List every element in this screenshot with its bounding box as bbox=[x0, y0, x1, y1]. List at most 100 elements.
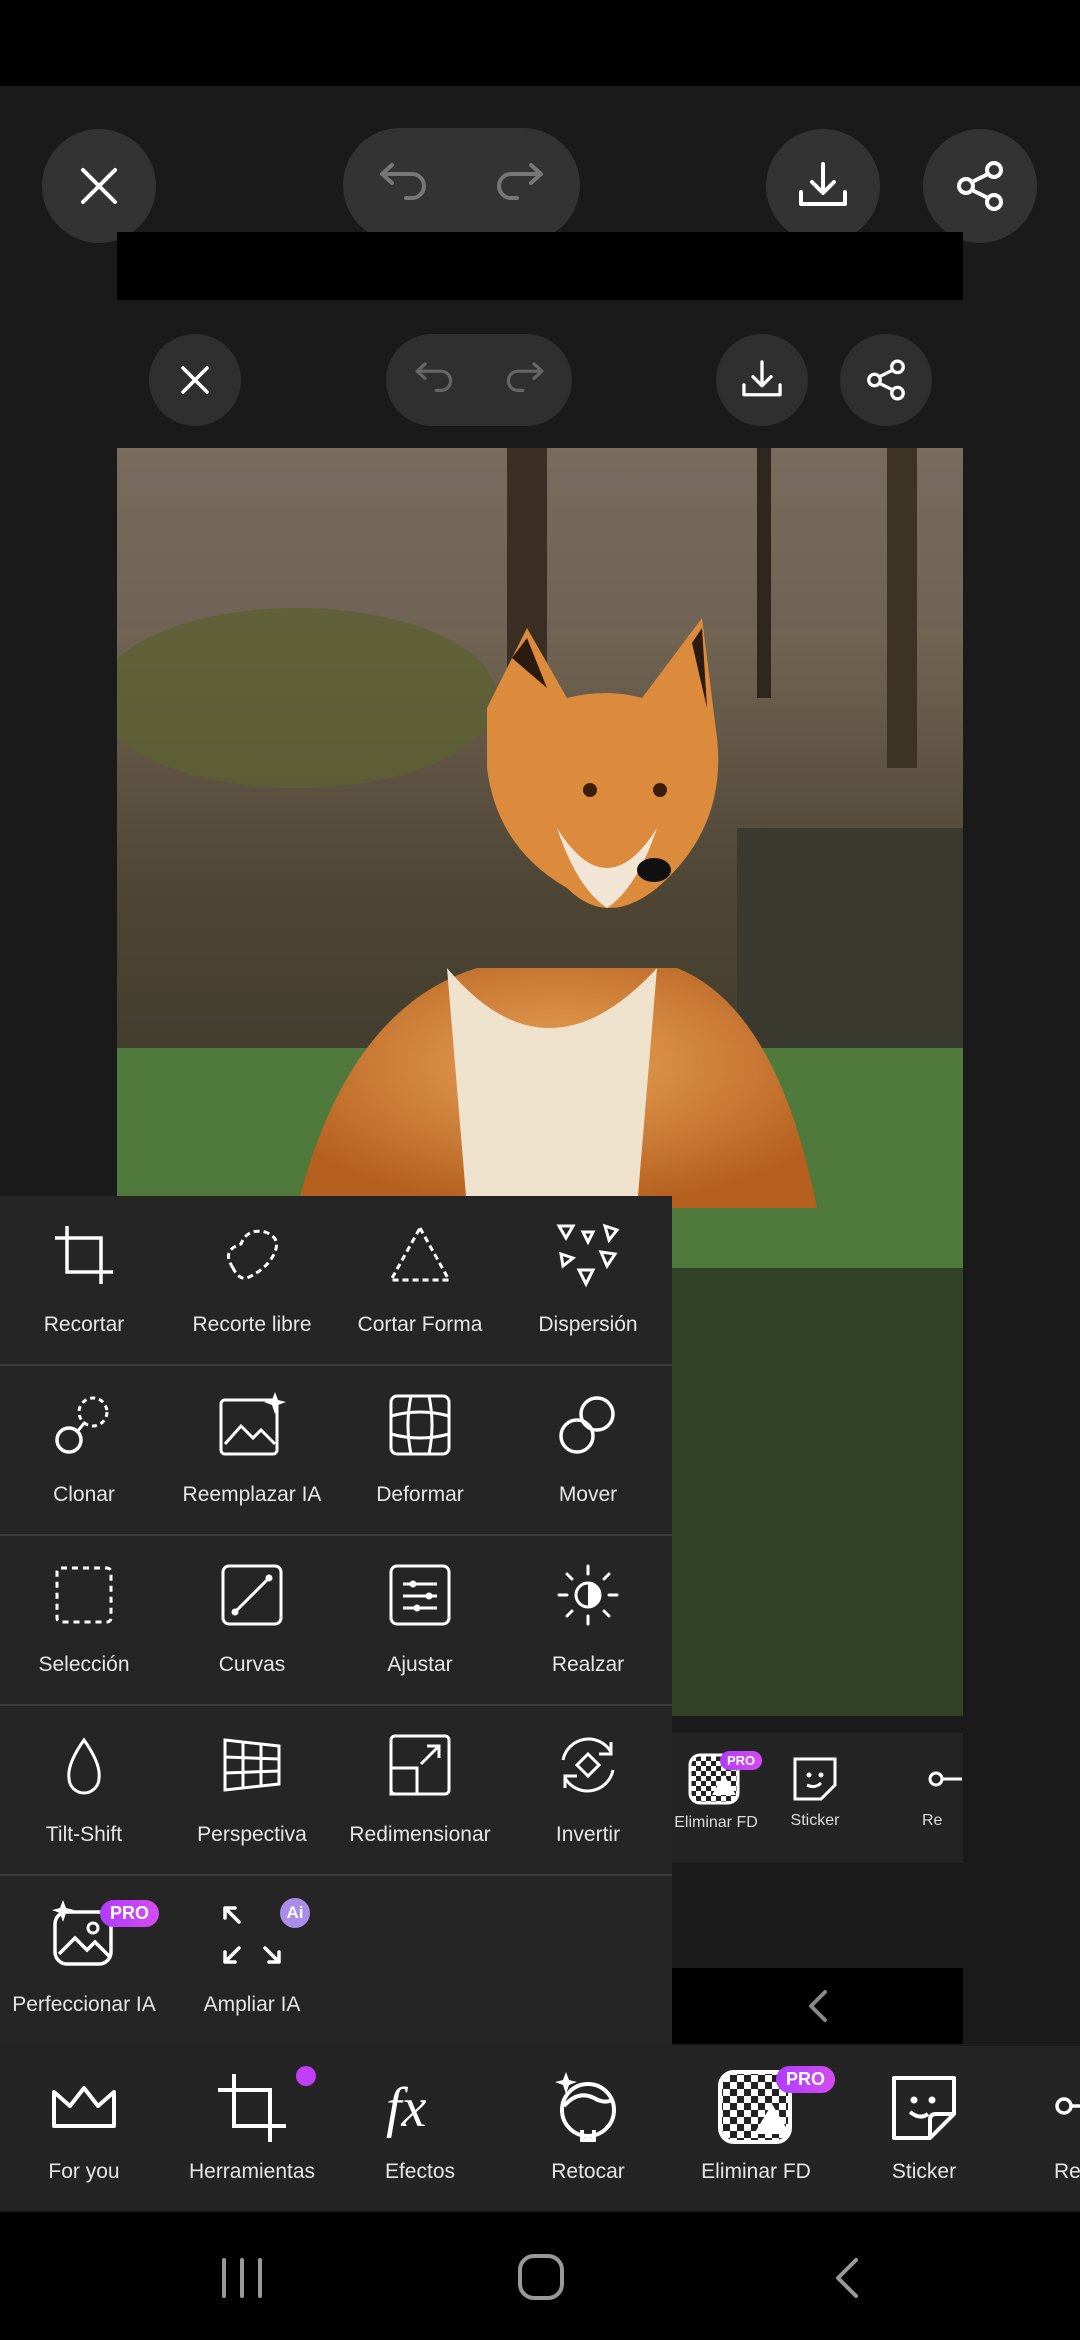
share-icon bbox=[957, 161, 1003, 211]
share-icon bbox=[867, 359, 905, 401]
download-button[interactable] bbox=[766, 129, 880, 243]
tool-freeform-crop[interactable]: Recorte libre bbox=[168, 1196, 336, 1364]
tool-label: Tilt-Shift bbox=[45, 1823, 123, 1846]
tool-ai-upscale[interactable]: Ai Ampliar IA bbox=[168, 1876, 336, 2044]
pro-badge: PRO bbox=[776, 2066, 836, 2093]
adjust-icon bbox=[389, 1564, 451, 1626]
tool-label: Perspectiva bbox=[197, 1823, 307, 1846]
perspective-icon bbox=[223, 1738, 281, 1792]
tools-panel: Recortar Recorte libre Cortar Forma Disp… bbox=[0, 1196, 672, 2046]
tool-clone[interactable]: Clonar bbox=[0, 1366, 168, 1534]
clone-icon bbox=[55, 1396, 109, 1454]
close-icon bbox=[181, 366, 209, 394]
canvas-band bbox=[117, 232, 963, 300]
sticker-icon bbox=[793, 1757, 837, 1801]
undo-icon[interactable] bbox=[409, 360, 457, 400]
resize-icon bbox=[389, 1734, 451, 1796]
strip-item-sticker[interactable]: Sticker bbox=[780, 1751, 850, 1830]
strip-item-partial[interactable]: Re bbox=[922, 1751, 963, 1830]
curves-icon bbox=[221, 1564, 283, 1626]
tools-row: PRO Perfeccionar IA Ai Ampliar IA bbox=[0, 1876, 672, 2044]
tab-label: For you bbox=[48, 2160, 120, 2183]
tool-perspective[interactable]: Perspectiva bbox=[168, 1706, 336, 1874]
tab-retouch[interactable]: Retocar bbox=[504, 2046, 672, 2210]
tool-label: Invertir bbox=[555, 1823, 621, 1846]
tools-row: Tilt-Shift Perspectiva Redimensionar Inv… bbox=[0, 1706, 672, 1876]
tool-ai-enhance[interactable]: PRO Perfeccionar IA bbox=[0, 1876, 168, 2044]
tool-dispersion[interactable]: Dispersión bbox=[504, 1196, 672, 1364]
tab-for-you[interactable]: For you bbox=[0, 2046, 168, 2210]
ai-replace-icon bbox=[219, 1392, 286, 1456]
strip-item-label: Re bbox=[922, 1812, 943, 1829]
download-icon bbox=[799, 162, 847, 206]
tool-ai-replace[interactable]: Reemplazar IA bbox=[168, 1366, 336, 1534]
recents-icon[interactable] bbox=[218, 2256, 266, 2300]
tool-label: Reemplazar IA bbox=[182, 1483, 322, 1506]
tab-partial[interactable]: Re bbox=[1008, 2046, 1080, 2210]
tab-remove-bg[interactable]: PRO Eliminar FD bbox=[672, 2046, 840, 2210]
tool-enhance[interactable]: Realzar bbox=[504, 1536, 672, 1704]
tool-tilt-shift[interactable]: Tilt-Shift bbox=[0, 1706, 168, 1874]
tool-label: Realzar bbox=[551, 1653, 625, 1676]
share-button[interactable] bbox=[923, 129, 1037, 243]
redo-icon[interactable] bbox=[502, 360, 550, 400]
strip-item-label: Eliminar FD bbox=[674, 1814, 758, 1831]
tool-invert[interactable]: Invertir bbox=[504, 1706, 672, 1874]
tool-label: Clonar bbox=[53, 1483, 115, 1506]
tool-label: Curvas bbox=[218, 1653, 286, 1676]
inner-undo-redo bbox=[386, 334, 572, 426]
notification-dot bbox=[296, 2066, 316, 2086]
tab-sticker[interactable]: Sticker bbox=[840, 2046, 1008, 2210]
tool-shape-crop[interactable]: Cortar Forma bbox=[336, 1196, 504, 1364]
inner-download-button[interactable] bbox=[716, 334, 808, 426]
ai-badge: Ai bbox=[280, 1898, 310, 1928]
home-icon[interactable] bbox=[516, 2252, 566, 2302]
pro-badge: PRO bbox=[100, 1900, 160, 1927]
crop-tool-icon bbox=[218, 2074, 286, 2142]
tool-move[interactable]: Mover bbox=[504, 1366, 672, 1534]
strip-back-button[interactable] bbox=[672, 1968, 963, 2044]
pro-badge: PRO bbox=[720, 1751, 763, 1770]
tools-row: Selección Curvas Ajustar Realzar bbox=[0, 1536, 672, 1706]
close-button[interactable] bbox=[42, 129, 156, 243]
strip-item-label: Sticker bbox=[790, 1812, 840, 1829]
tool-resize[interactable]: Redimensionar bbox=[336, 1706, 504, 1874]
tool-label: Dispersión bbox=[538, 1313, 638, 1336]
tab-label: Eliminar FD bbox=[701, 2160, 811, 2183]
ai-upscale-icon bbox=[223, 1906, 281, 1964]
background-tool-strip: PRO Eliminar FD Sticker Re bbox=[672, 1733, 963, 1863]
tool-label: Redimensionar bbox=[349, 1823, 491, 1846]
undo-icon[interactable] bbox=[372, 160, 432, 210]
tool-warp[interactable]: Deformar bbox=[336, 1366, 504, 1534]
tool-label: Ajustar bbox=[387, 1653, 453, 1676]
sticker-icon bbox=[892, 2076, 956, 2140]
fx-icon: fx bbox=[386, 2077, 427, 2139]
back-icon[interactable] bbox=[828, 2254, 864, 2302]
tool-selection[interactable]: Selección bbox=[0, 1536, 168, 1704]
tab-tools[interactable]: Herramientas bbox=[168, 2046, 336, 2210]
chevron-left-icon bbox=[808, 1990, 827, 2022]
tab-label: Retocar bbox=[551, 2160, 625, 2183]
strip-item-remove-bg[interactable]: PRO Eliminar FD bbox=[672, 1751, 763, 1832]
tool-label: Perfeccionar IA bbox=[12, 1993, 156, 2016]
inner-close-button[interactable] bbox=[149, 334, 241, 426]
selection-icon bbox=[55, 1566, 113, 1624]
tool-adjust[interactable]: Ajustar bbox=[336, 1536, 504, 1704]
download-icon bbox=[742, 360, 782, 397]
tool-label: Cortar Forma bbox=[357, 1313, 483, 1336]
warp-icon bbox=[389, 1394, 451, 1456]
tab-effects[interactable]: fx Efectos bbox=[336, 2046, 504, 2210]
bottom-tab-bar: For you Herramientas fx Efectos Retocar … bbox=[0, 2046, 1080, 2210]
tab-label: Re bbox=[1054, 2160, 1080, 2183]
invert-icon bbox=[561, 1737, 615, 1793]
inner-share-button[interactable] bbox=[840, 334, 932, 426]
tool-label: Ampliar IA bbox=[203, 1993, 301, 2016]
redo-icon[interactable] bbox=[491, 160, 551, 210]
tool-crop[interactable]: Recortar bbox=[0, 1196, 168, 1364]
partial-icon bbox=[928, 1771, 962, 1787]
enhance-icon bbox=[557, 1564, 619, 1626]
status-bar bbox=[0, 0, 1080, 86]
tool-curves[interactable]: Curvas bbox=[168, 1536, 336, 1704]
tools-row: Recortar Recorte libre Cortar Forma Disp… bbox=[0, 1196, 672, 1366]
svg-text:fx: fx bbox=[386, 2077, 427, 2139]
